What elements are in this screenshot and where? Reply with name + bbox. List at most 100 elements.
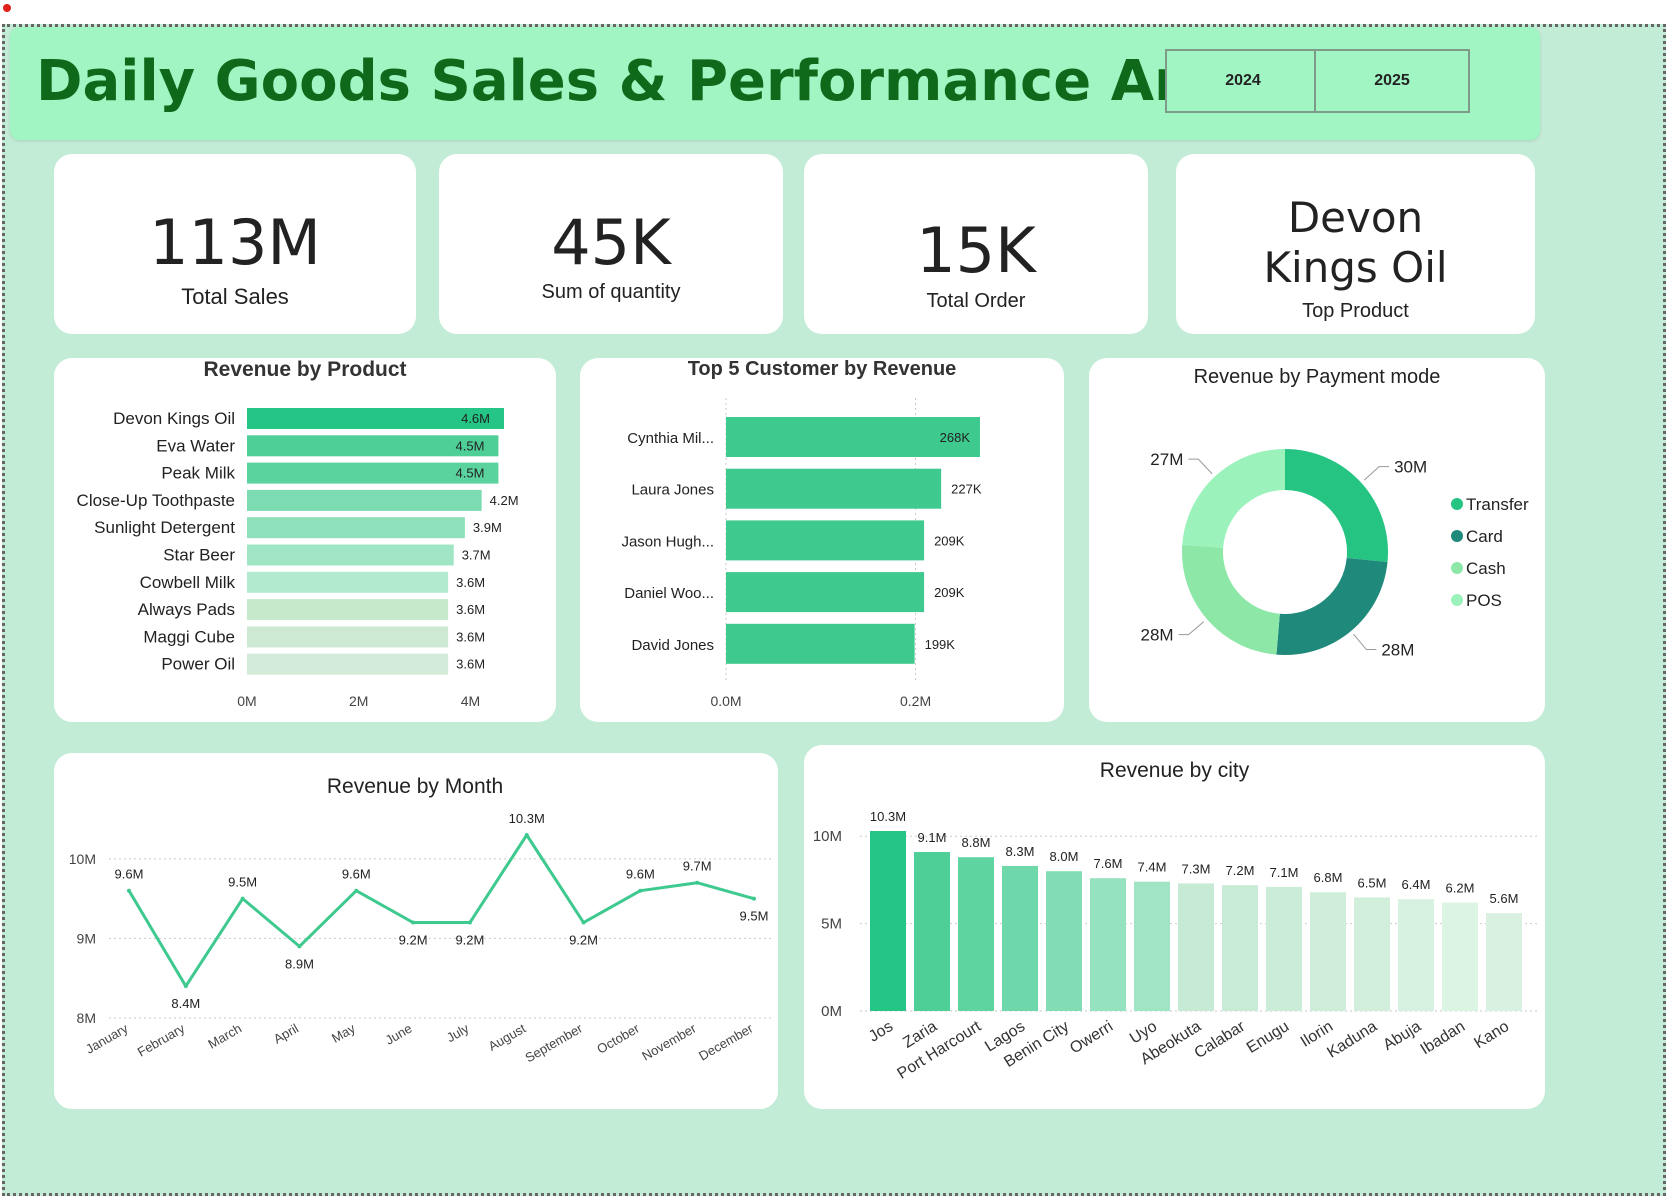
chart-card-payment-mode: Revenue by Payment mode 30M 28M 28M 27M Tran… xyxy=(1089,358,1545,722)
donut-slice xyxy=(1285,449,1388,563)
legend-label: Transfer xyxy=(1466,495,1529,514)
city-value-label: 6.2M xyxy=(1446,881,1475,896)
kpi-card-total-order: 15K Total Order xyxy=(804,154,1148,334)
product-value-label: 3.6M xyxy=(456,657,485,672)
product-label: Eva Water xyxy=(156,436,235,455)
kpi-label: Top Product xyxy=(1302,300,1409,322)
chart-card-revenue-by-month: Revenue by Month 8M 9M 10M 9.6M January 8.4M F… xyxy=(54,753,778,1109)
point-value-label: 9.5M xyxy=(228,875,257,890)
kpi-card-top-product: Devon Kings Oil Top Product xyxy=(1176,154,1535,334)
window-indicator-dot xyxy=(3,4,11,12)
x-tick-label: July xyxy=(444,1020,472,1045)
product-label: Sunlight Detergent xyxy=(94,518,235,537)
product-bar xyxy=(247,626,449,648)
customer-bar xyxy=(726,468,942,509)
customer-bar-chart: 0.0M 0.2M Cynthia Mil... 268K Laura Jones 227… xyxy=(621,398,982,709)
legend-label: POS xyxy=(1466,591,1502,610)
city-bar xyxy=(1442,902,1478,1011)
kpi-card-quantity: 45K Sum of quantity xyxy=(439,154,783,334)
year-2024-button[interactable]: 2024 xyxy=(1165,49,1321,113)
point-value-label: 9.2M xyxy=(399,933,428,948)
y-tick-label: 9M xyxy=(77,930,96,946)
customer-label: Jason Hugh... xyxy=(621,533,714,550)
product-value-label: 4.2M xyxy=(490,493,519,508)
point-value-label: 9.2M xyxy=(569,933,598,948)
legend-marker xyxy=(1451,530,1463,542)
city-value-label: 10.3M xyxy=(870,809,906,824)
customer-label: Daniel Woo... xyxy=(624,585,714,602)
city-bar xyxy=(1090,878,1126,1011)
kpi-value: 15K xyxy=(916,214,1036,287)
y-tick-label: 8M xyxy=(77,1010,96,1026)
customer-value-label: 209K xyxy=(934,585,965,600)
product-value-label: 3.6M xyxy=(456,602,485,617)
point-value-label: 9.2M xyxy=(455,933,484,948)
line-point xyxy=(411,920,416,925)
legend-marker xyxy=(1451,594,1463,606)
city-bar xyxy=(1486,913,1522,1011)
city-bar xyxy=(1178,883,1214,1011)
city-bar xyxy=(1002,865,1038,1011)
x-tick-label: June xyxy=(383,1021,415,1048)
payment-donut-chart: 30M 28M 28M 27M Transfer Card Cash POS xyxy=(1141,449,1529,660)
x-tick-label: 0.0M xyxy=(710,693,741,709)
point-value-label: 9.6M xyxy=(115,867,144,882)
kpi-value: 45K xyxy=(551,206,671,279)
y-tick-label: 10M xyxy=(69,851,96,867)
slice-value-label: 28M xyxy=(1141,626,1174,645)
kpi-value-line1: Devon xyxy=(1287,193,1424,242)
legend-marker xyxy=(1451,562,1463,574)
city-value-label: 8.8M xyxy=(962,835,991,850)
chart-card-revenue-by-product: Revenue by Product Devon Kings Oil 4.6M Ev… xyxy=(54,358,556,722)
x-tick-label: December xyxy=(696,1020,756,1063)
x-tick-label: February xyxy=(135,1020,188,1059)
city-value-label: 7.4M xyxy=(1138,860,1167,875)
leader-line xyxy=(1363,466,1390,481)
line-point xyxy=(240,896,245,901)
legend-marker xyxy=(1451,498,1463,510)
city-value-label: 7.2M xyxy=(1226,863,1255,878)
customer-value-label: 209K xyxy=(934,533,965,548)
product-bar xyxy=(247,517,465,539)
legend-label: Cash xyxy=(1466,559,1506,578)
kpi-value-line2: Kings Oil xyxy=(1263,243,1448,292)
product-bar xyxy=(247,571,449,593)
product-value-label: 3.6M xyxy=(456,629,485,644)
line-point xyxy=(354,888,359,893)
leader-line xyxy=(1353,633,1377,651)
slice-value-label: 27M xyxy=(1150,450,1183,469)
year-2025-button[interactable]: 2025 xyxy=(1314,49,1470,113)
city-value-label: 7.3M xyxy=(1182,861,1211,876)
product-label: Star Beer xyxy=(163,546,235,565)
city-value-label: 5.6M xyxy=(1490,891,1519,906)
leader-line xyxy=(1188,458,1213,475)
line-point xyxy=(581,920,586,925)
city-bar xyxy=(914,851,950,1011)
x-tick-label: 0.2M xyxy=(900,693,931,709)
kpi-label: Total Order xyxy=(926,290,1026,312)
line-point xyxy=(183,984,188,989)
product-bar xyxy=(247,599,449,621)
city-bar xyxy=(1310,892,1346,1011)
kpi-label: Sum of quantity xyxy=(541,281,681,303)
city-value-label: 9.1M xyxy=(918,830,947,845)
city-value-label: 8.3M xyxy=(1006,844,1035,859)
city-value-label: 7.6M xyxy=(1094,856,1123,871)
line-point xyxy=(638,888,643,893)
customer-bar xyxy=(726,623,915,664)
city-value-label: 8.0M xyxy=(1050,849,1079,864)
donut-slice xyxy=(1182,544,1280,655)
product-value-label: 3.7M xyxy=(462,548,491,563)
product-label: Maggi Cube xyxy=(143,627,235,646)
city-bar xyxy=(1046,871,1082,1011)
revenue-line xyxy=(127,833,755,988)
month-line-chart: 8M9M10M9.6MJanuary8.4MFebruary9.5MMarch8… xyxy=(69,811,774,1065)
city-bar xyxy=(1134,881,1170,1011)
x-tick-label: Abuja xyxy=(1380,1018,1424,1054)
customer-value-label: 199K xyxy=(925,637,956,652)
x-tick-label: November xyxy=(639,1020,699,1063)
product-label: Close-Up Toothpaste xyxy=(77,491,235,510)
product-value-label: 4.6M xyxy=(461,411,490,426)
x-tick-label: Enugu xyxy=(1244,1018,1292,1057)
x-tick-label: Jos xyxy=(866,1018,896,1046)
